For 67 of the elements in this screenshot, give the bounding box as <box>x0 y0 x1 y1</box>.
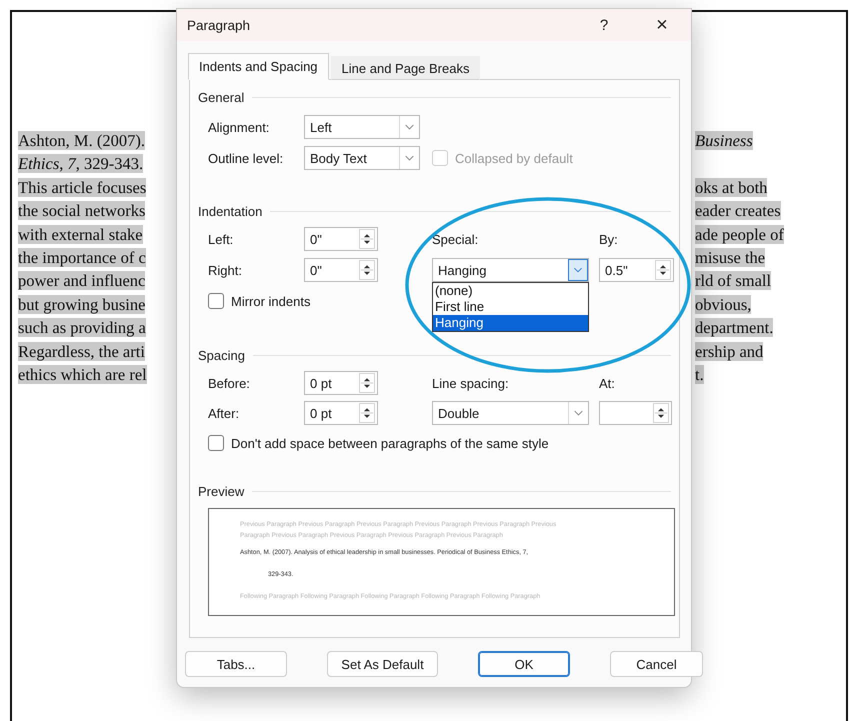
field-label: Outline level: <box>208 150 284 166</box>
field-label: Right: <box>208 262 243 278</box>
spin-field[interactable]: 0 pt <box>304 371 378 395</box>
spinner-arrows-icon <box>359 373 375 393</box>
checkbox[interactable] <box>208 293 224 309</box>
section-heading: Preview <box>198 484 244 499</box>
field-label: After: <box>208 406 240 420</box>
document-text: with external stake <box>18 224 143 244</box>
checkbox-label: Mirror indents <box>231 294 310 308</box>
document-text: ership and <box>695 342 764 361</box>
dropdown-field[interactable]: Body Text <box>304 146 420 170</box>
spin-field[interactable]: 0" <box>304 227 378 251</box>
dialog-button[interactable]: Tabs... <box>185 651 287 677</box>
document-text: power and influenc <box>18 271 146 290</box>
field-label: Special: <box>432 232 480 246</box>
document-text: such as providing a <box>18 318 146 338</box>
document-text: the importance of c <box>18 248 146 267</box>
document-text: Business <box>695 131 753 150</box>
document-text: ethics which are rel <box>18 364 147 384</box>
checkbox-label: Collapsed by default <box>455 150 573 166</box>
spinner-arrows-icon <box>655 260 671 280</box>
document-text: obvious, <box>695 294 752 314</box>
spinner-arrows-icon <box>653 403 669 423</box>
document-text: t. <box>695 364 704 384</box>
tab[interactable]: Indents and Spacing <box>188 53 329 80</box>
tab[interactable]: Line and Page Breaks <box>330 56 480 80</box>
document-text: Ethics, 7, 329-343. <box>18 154 144 174</box>
help-button[interactable]: ? <box>575 9 633 41</box>
dialog-title: Paragraph <box>187 18 252 32</box>
spin-field[interactable]: 0.5" <box>599 258 674 282</box>
document-text: but growing busine <box>18 294 146 314</box>
dialog-button[interactable]: OK <box>478 651 570 677</box>
dropdown-option[interactable]: Hanging <box>433 315 588 331</box>
section-heading: General <box>198 90 244 105</box>
document-text: oks at both <box>695 178 768 197</box>
spinner-arrows-icon <box>359 403 375 423</box>
document-text: eader creates <box>695 201 781 220</box>
field-label: By: <box>599 232 619 246</box>
spin-field[interactable] <box>599 401 672 425</box>
spinner-arrows-icon <box>359 260 375 280</box>
spin-field[interactable]: 0" <box>304 258 378 282</box>
field-label: Alignment: <box>208 120 270 134</box>
document-text: the social networks <box>18 201 146 220</box>
spin-field[interactable]: 0 pt <box>304 401 378 425</box>
section-heading: Indentation <box>198 204 262 219</box>
field-label: Left: <box>208 232 234 246</box>
dropdown-field[interactable]: Left <box>304 115 420 139</box>
dialog-button[interactable]: Set As Default <box>327 651 438 677</box>
document-text: misuse the <box>695 248 766 267</box>
checkbox-label: Don't add space between paragraphs of the same style <box>231 436 549 450</box>
document-text: rld of small <box>695 271 772 290</box>
dropdown-field[interactable]: Double <box>432 401 589 425</box>
close-button[interactable]: × <box>633 9 691 41</box>
document-text: This article focuses <box>18 178 146 197</box>
document-text: Ashton, M. (2007). <box>18 131 145 150</box>
field-label: Before: <box>208 376 251 390</box>
document-text: department. <box>695 318 774 338</box>
section-heading: Spacing <box>198 348 245 363</box>
dialog-button[interactable]: Cancel <box>610 651 703 677</box>
field-label: At: <box>599 376 616 390</box>
caret-icon <box>568 259 588 281</box>
document-text: Regardless, the arti <box>18 342 145 361</box>
field-label: Line spacing: <box>432 376 510 390</box>
document-text: ade people of <box>695 224 784 244</box>
spinner-arrows-icon <box>359 229 375 249</box>
dropdown-field[interactable]: Hanging <box>432 258 589 282</box>
checkbox[interactable] <box>208 435 224 451</box>
